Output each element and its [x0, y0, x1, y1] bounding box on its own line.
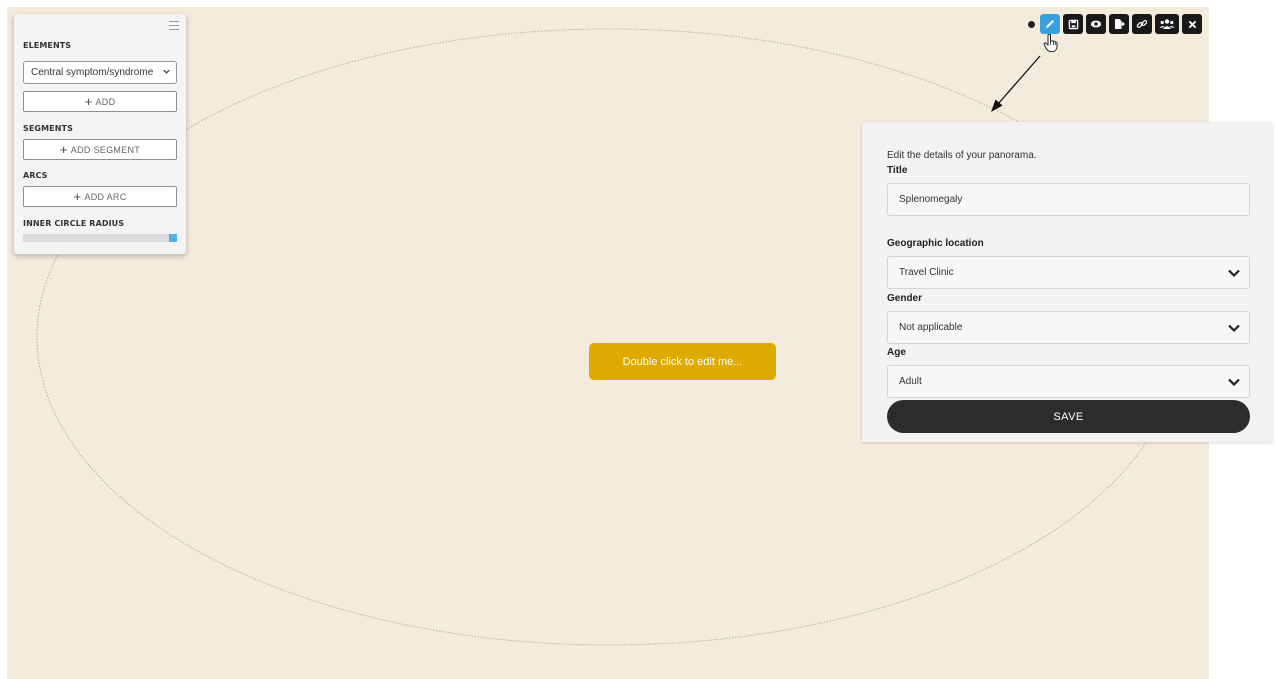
add-arc-button[interactable]: + ADD ARC	[23, 186, 177, 207]
chevron-down-icon	[1227, 267, 1241, 282]
location-select[interactable]: Travel Clinic	[887, 256, 1250, 289]
edit-panel-intro: Edit the details of your panorama.	[887, 150, 1037, 161]
chevron-down-icon	[1227, 322, 1241, 337]
save-icon	[1068, 19, 1078, 29]
central-element-button[interactable]: Double click to edit me...	[589, 343, 776, 380]
chevron-down-icon	[1227, 376, 1241, 391]
export-button[interactable]	[1109, 14, 1129, 34]
gender-select[interactable]: Not applicable	[887, 311, 1250, 344]
element-type-select[interactable]: Central symptom/syndrome	[23, 61, 177, 84]
toolbar	[1028, 13, 1205, 35]
save-button[interactable]: SAVE	[887, 400, 1250, 433]
edit-icon	[1046, 20, 1054, 28]
elements-panel: ELEMENTS Central symptom/syndrome + ADD …	[14, 14, 186, 254]
element-type-value: Central symptom/syndrome	[31, 67, 154, 78]
arcs-title: ARCS	[23, 171, 48, 180]
title-input-value: Splenomegaly	[899, 194, 963, 205]
inner-radius-slider[interactable]	[23, 234, 177, 242]
add-segment-label: ADD SEGMENT	[70, 144, 141, 155]
location-label: Geographic location	[887, 238, 984, 249]
gender-select-value: Not applicable	[899, 322, 963, 333]
save-button-label: SAVE	[1053, 410, 1084, 423]
central-element-label: Double click to edit me...	[622, 355, 743, 368]
share-users-button[interactable]	[1155, 14, 1179, 34]
plus-icon: +	[59, 142, 68, 157]
edit-panorama-panel: Edit the details of your panorama. Title…	[862, 122, 1272, 442]
close-button[interactable]	[1182, 14, 1202, 34]
preview-button[interactable]	[1086, 14, 1106, 34]
chevron-down-icon	[162, 67, 171, 78]
link-icon	[1136, 20, 1148, 28]
title-input[interactable]: Splenomegaly	[887, 183, 1250, 216]
preview-icon	[1090, 20, 1102, 28]
export-icon	[1115, 19, 1125, 29]
save-tool-button[interactable]	[1063, 14, 1083, 34]
edit-button[interactable]	[1040, 14, 1060, 34]
elements-title: ELEMENTS	[23, 41, 72, 50]
share-users-icon	[1159, 19, 1175, 29]
add-segment-button[interactable]: + ADD SEGMENT	[23, 139, 177, 160]
age-select[interactable]: Adult	[887, 365, 1250, 398]
plus-icon: +	[84, 94, 93, 109]
add-arc-label: ADD ARC	[84, 191, 127, 202]
age-label: Age	[887, 347, 906, 358]
segments-title: SEGMENTS	[23, 124, 73, 133]
close-icon	[1188, 20, 1196, 28]
title-label: Title	[887, 165, 908, 176]
inner-radius-title: INNER CIRCLE RADIUS	[23, 219, 125, 228]
add-element-button[interactable]: + ADD	[23, 91, 177, 112]
gender-label: Gender	[887, 293, 923, 304]
add-element-label: ADD	[95, 96, 116, 107]
menu-icon[interactable]	[169, 21, 179, 30]
pointer-cursor-icon	[1043, 33, 1058, 52]
inner-radius-slider-thumb[interactable]	[169, 234, 177, 242]
link-button[interactable]	[1132, 14, 1152, 34]
toolbar-handle-dot	[1028, 20, 1035, 28]
location-select-value: Travel Clinic	[899, 267, 954, 278]
plus-icon: +	[73, 189, 82, 204]
age-select-value: Adult	[899, 376, 922, 387]
